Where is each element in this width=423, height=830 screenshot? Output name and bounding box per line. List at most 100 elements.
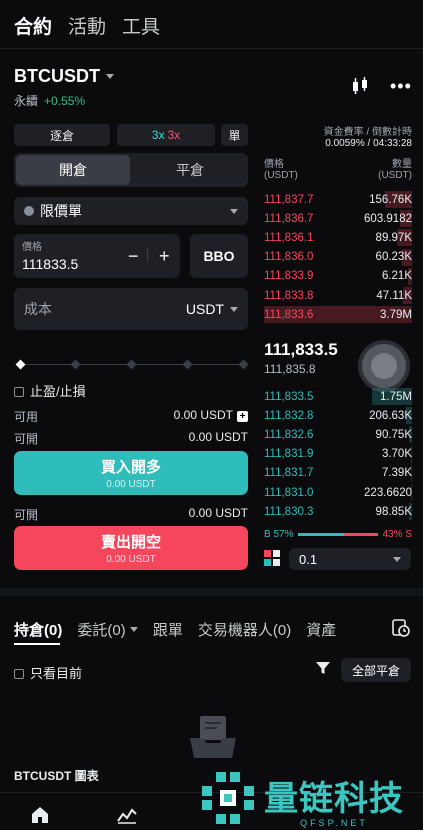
only-current-label: 只看目前	[30, 666, 83, 681]
cost-unit: USDT	[185, 301, 224, 317]
depth-select[interactable]: 0.1	[289, 548, 411, 570]
watermark-logo-icon	[202, 772, 254, 824]
floating-assist-button[interactable]	[362, 344, 406, 388]
only-current-toggle[interactable]: 只看目前	[14, 663, 82, 682]
price-change: +0.55%	[44, 94, 86, 108]
tab-copy-trading[interactable]: 跟單	[153, 619, 183, 640]
order-qty: 603.9182	[364, 212, 412, 225]
candlestick-icon[interactable]	[350, 76, 370, 96]
tab-close-position[interactable]: 平倉	[134, 155, 246, 185]
order-qty: 206.63K	[369, 409, 412, 422]
tab-events[interactable]: 活動	[68, 12, 106, 39]
order-price: 111,832.8	[264, 409, 314, 422]
orderbook-row[interactable]: 111,831.7 7.39K	[264, 464, 412, 483]
orderbook-row[interactable]: 111,833.6 3.79M	[264, 305, 412, 324]
order-qty: 89.97K	[375, 231, 412, 244]
last-price[interactable]: 111,833.5	[264, 340, 338, 360]
chart-section-label[interactable]: BTCUSDT 圖表	[14, 767, 99, 784]
tab-positions[interactable]: 持倉(0)	[14, 619, 62, 640]
openable-sell-row: 可開 0.00 USDT	[14, 506, 248, 523]
order-price: 111,836.1	[264, 231, 314, 244]
price-label: 價格	[22, 242, 42, 253]
orderbook-row[interactable]: 111,837.7 156.76K	[264, 190, 412, 209]
tab-orders[interactable]: 委託(0)	[77, 619, 138, 640]
slider-tick[interactable]	[238, 359, 249, 370]
slider-tick[interactable]	[182, 359, 193, 370]
order-type-select[interactable]: 限價單	[14, 197, 248, 225]
tab-contract[interactable]: 合約	[14, 12, 52, 39]
symbol-selector[interactable]: BTCUSDT	[14, 66, 114, 87]
checkbox[interactable]	[14, 669, 24, 679]
order-qty: 60.23K	[375, 251, 412, 264]
price-increment-button[interactable]: +	[159, 246, 170, 267]
funding-label: 資金費率 / 倒數計時	[323, 127, 412, 138]
order-qty: 3.70K	[381, 448, 412, 461]
history-icon[interactable]	[392, 619, 410, 637]
orderbook-row[interactable]: 111,833.9 6.21K	[264, 267, 412, 286]
funding-value: 0.0059% / 04:33:28	[325, 138, 412, 149]
price-input[interactable]: 價格 111833.5 − +	[14, 234, 180, 278]
bbo-button[interactable]: BBO	[190, 234, 248, 278]
slider-tick[interactable]	[70, 359, 81, 370]
header-divider	[0, 48, 423, 49]
tab-trading-bots[interactable]: 交易機器人(0)	[198, 619, 291, 640]
cost-unit-select[interactable]: USDT	[186, 301, 238, 317]
orderbook-row[interactable]: 111,836.0 60.23K	[264, 248, 412, 267]
orderbook-layout-icon[interactable]	[264, 550, 280, 566]
empty-state-icon	[190, 716, 236, 758]
slider-handle[interactable]	[15, 359, 26, 370]
amount-slider[interactable]	[15, 359, 249, 370]
orderbook-row[interactable]: 111,836.7 603.9182	[264, 209, 412, 228]
order-qty: 98.85K	[375, 505, 412, 518]
openable-value: 0.00 USDT	[188, 430, 248, 444]
tab-assets[interactable]: 資產	[306, 619, 336, 640]
slider-tick[interactable]	[126, 359, 137, 370]
order-price: 111,833.8	[264, 289, 314, 302]
leverage-button[interactable]: 3x 3x	[117, 124, 215, 146]
order-qty: 1.75M	[380, 390, 412, 403]
chevron-down-icon	[230, 208, 238, 214]
single-mode-button[interactable]: 單	[221, 124, 248, 146]
openable-value: 0.00 USDT	[188, 506, 248, 520]
available-row: 可用 0.00 USDT +	[14, 408, 248, 425]
available-label: 可用	[14, 410, 39, 424]
transfer-plus-icon[interactable]: +	[237, 411, 248, 422]
single-mode-label: 單	[228, 128, 241, 143]
order-price: 111,833.6	[264, 308, 314, 321]
orderbook-row[interactable]: 111,832.6 90.75K	[264, 425, 412, 444]
orderbook-row[interactable]: 111,833.5 1.75M	[264, 387, 412, 406]
contract-type: 永續	[14, 94, 39, 108]
order-price: 111,836.0	[264, 251, 314, 264]
sell-short-button[interactable]: 賣出開空 0.00 USDT	[14, 526, 248, 570]
order-price: 111,831.9	[264, 448, 314, 461]
stepper-divider	[147, 248, 148, 262]
orderbook-row[interactable]: 111,832.8 206.63K	[264, 406, 412, 425]
filter-icon[interactable]	[316, 661, 330, 675]
tab-open-position[interactable]: 開倉	[16, 155, 130, 185]
orderbook-row[interactable]: 111,836.1 89.97K	[264, 228, 412, 247]
more-icon[interactable]: •••	[390, 76, 412, 97]
tpsl-toggle[interactable]: 止盈/止損	[14, 381, 86, 400]
buy-sell-ratio: B 57% 43% S	[264, 529, 412, 540]
orderbook-row[interactable]: 111,830.3 98.85K	[264, 502, 412, 521]
buy-long-button[interactable]: 買入開多 0.00 USDT	[14, 451, 248, 495]
price-decrement-button[interactable]: −	[128, 246, 139, 267]
home-icon[interactable]	[31, 806, 49, 824]
mark-price: 111,835.8	[264, 362, 316, 376]
tab-tools[interactable]: 工具	[122, 12, 160, 39]
price-header: 價格	[264, 159, 284, 170]
positions-tabs: 持倉(0) 委託(0) 跟單 交易機器人(0) 資產	[14, 619, 336, 640]
margin-mode-button[interactable]: 逐倉	[14, 124, 110, 146]
orderbook-row[interactable]: 111,831.0 223.6620	[264, 483, 412, 502]
orderbook-row[interactable]: 111,833.8 47.11K	[264, 286, 412, 305]
orderbook-row[interactable]: 111,831.9 3.70K	[264, 445, 412, 464]
leverage-long: 3x	[151, 128, 165, 142]
close-all-button[interactable]: 全部平倉	[341, 658, 411, 682]
market-chart-icon[interactable]	[117, 806, 137, 824]
checkbox[interactable]	[14, 387, 24, 397]
cost-input[interactable]: 成本 USDT	[14, 288, 248, 330]
order-qty: 47.11K	[376, 289, 412, 302]
order-qty: 6.21K	[381, 270, 412, 283]
order-price: 111,833.5	[264, 390, 314, 403]
section-separator	[0, 588, 423, 596]
